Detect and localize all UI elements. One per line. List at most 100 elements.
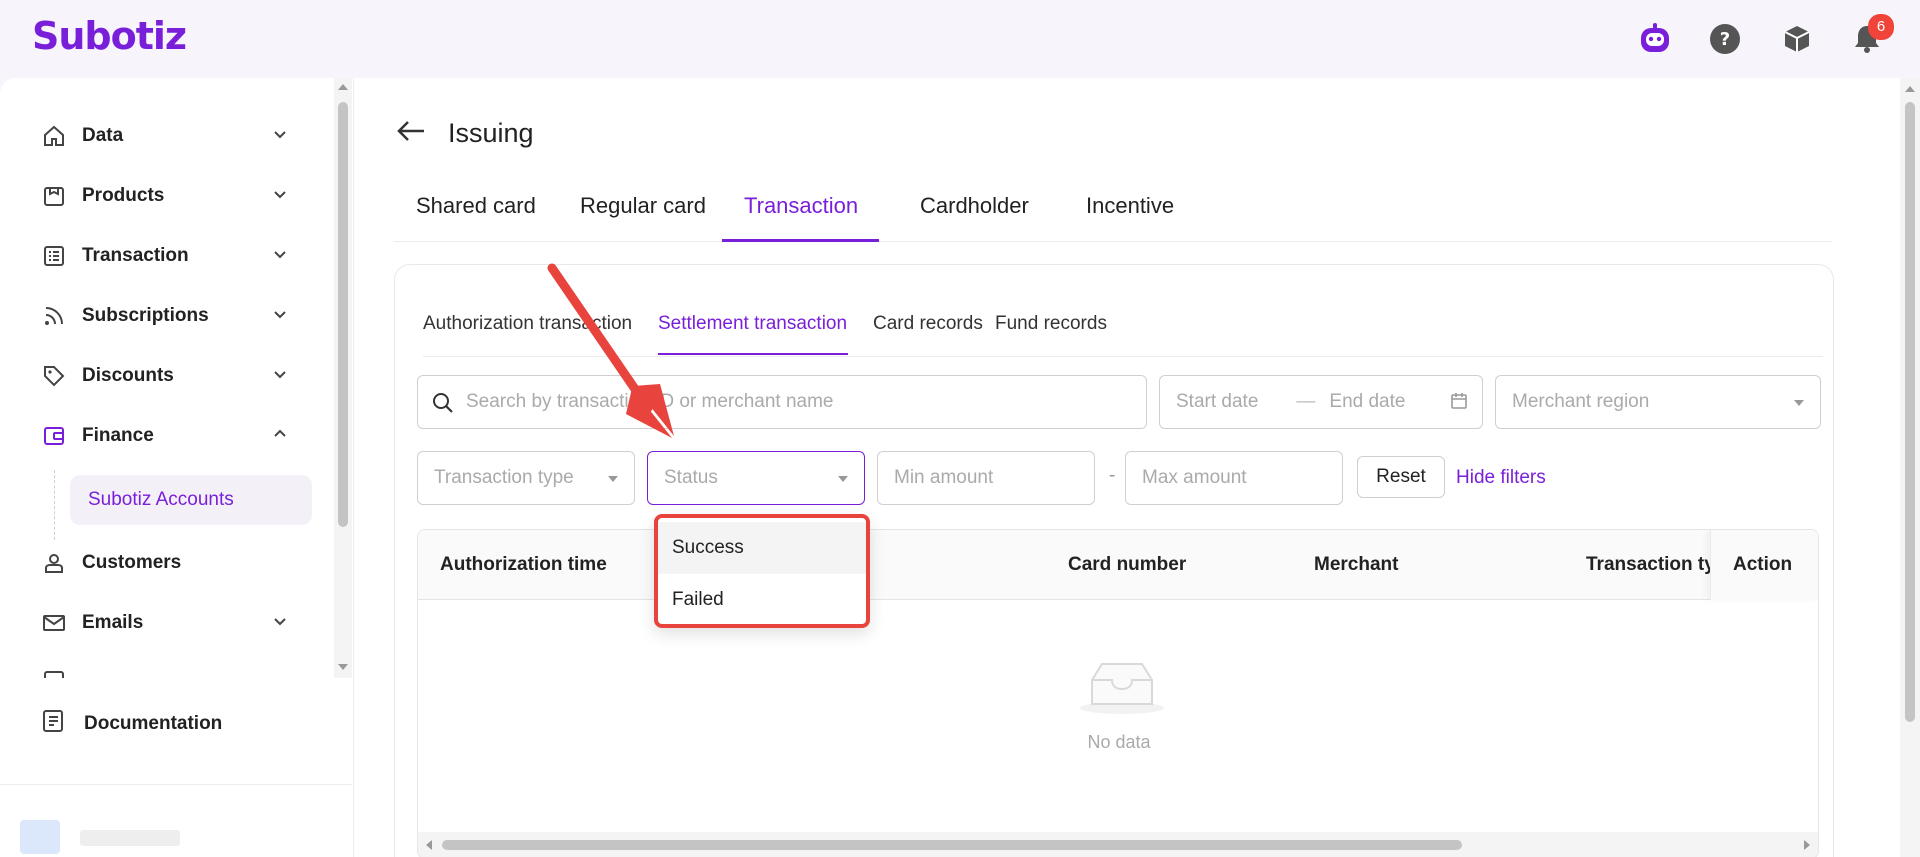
column-merchant[interactable]: Merchant <box>1314 554 1398 576</box>
home-icon <box>40 122 68 150</box>
tag-icon <box>40 362 68 390</box>
user-icon <box>40 549 68 577</box>
top-bar: Subotiz ? 6 <box>0 0 1920 78</box>
transaction-type-select[interactable]: Transaction type <box>417 451 635 505</box>
sidebar-item-finance[interactable]: Finance <box>40 416 300 456</box>
scroll-right-icon[interactable] <box>1802 840 1812 850</box>
sidebar-item-partial[interactable] <box>40 660 300 678</box>
tab-transaction[interactable]: Transaction <box>744 186 858 242</box>
chevron-down-icon <box>272 186 288 207</box>
max-amount-placeholder: Max amount <box>1142 467 1247 488</box>
sidebar-item-data[interactable]: Data <box>40 116 300 156</box>
sidebar-item-products[interactable]: Products <box>40 176 300 216</box>
sidebar-item-label: Products <box>82 185 165 206</box>
hide-filters-link[interactable]: Hide filters <box>1456 467 1546 489</box>
sidebar-item-subscriptions[interactable]: Subscriptions <box>40 296 300 336</box>
sidebar-item-label: Discounts <box>82 365 174 386</box>
sidebar-item-discounts[interactable]: Discounts <box>40 356 300 396</box>
caret-down-icon <box>1794 400 1804 406</box>
bell-icon[interactable]: 6 <box>1850 14 1894 56</box>
table-header: Authorization time Card number Merchant … <box>418 530 1818 600</box>
min-amount-input[interactable]: Min amount <box>877 451 1095 505</box>
main-content: Issuing Shared card Regular card Transac… <box>354 78 1900 857</box>
sidebar-item-label: Data <box>82 125 124 146</box>
date-separator: — <box>1296 391 1316 412</box>
sidebar-scroll-thumb[interactable] <box>338 102 348 527</box>
reset-button[interactable]: Reset <box>1357 456 1445 498</box>
chevron-down-icon <box>272 613 288 634</box>
main-scroll-thumb[interactable] <box>1905 102 1915 722</box>
table-horizontal-scrollbar[interactable] <box>418 832 1818 857</box>
chevron-down-icon <box>272 306 288 327</box>
brand-logo[interactable]: Subotiz <box>32 14 187 58</box>
chevron-up-icon <box>272 426 288 447</box>
tab-shared-card[interactable]: Shared card <box>416 186 536 242</box>
sidebar-item-label: Emails <box>82 612 144 633</box>
annotation-arrow-icon <box>547 263 674 438</box>
wallet-icon <box>40 422 68 450</box>
transaction-type-placeholder: Transaction type <box>434 467 574 488</box>
empty-inbox-icon <box>1078 658 1166 721</box>
max-amount-input[interactable]: Max amount <box>1125 451 1343 505</box>
tab-regular-card[interactable]: Regular card <box>580 186 706 242</box>
sidebar-nav: Data Products Transaction Subscriptions <box>0 78 352 678</box>
bot-icon[interactable] <box>1638 22 1672 56</box>
sidebar-item-customers[interactable]: Customers <box>40 543 300 583</box>
status-placeholder: Status <box>664 467 718 488</box>
page-header: Issuing <box>396 118 534 149</box>
sidebar-item-emails[interactable]: Emails <box>40 603 300 643</box>
status-option-success[interactable]: Success <box>658 522 866 574</box>
documentation-label: Documentation <box>84 712 223 734</box>
active-tab-indicator <box>722 239 879 242</box>
sidebar-item-documentation[interactable]: Documentation <box>40 708 222 739</box>
account-name-redacted <box>80 830 180 846</box>
chevron-down-icon <box>272 126 288 147</box>
caret-down-icon <box>608 476 618 482</box>
calendar-icon <box>1450 392 1468 416</box>
subtab-fund-records[interactable]: Fund records <box>995 313 1107 335</box>
active-subtab-indicator <box>658 353 848 355</box>
sidebar-item-subotiz-accounts[interactable]: Subotiz Accounts <box>70 475 312 525</box>
tab-cardholder[interactable]: Cardholder <box>920 186 1029 242</box>
column-action[interactable]: Action <box>1733 554 1792 576</box>
scroll-down-icon[interactable] <box>338 662 348 672</box>
table-scroll-thumb[interactable] <box>442 840 1462 850</box>
sidebar-item-label: Customers <box>82 552 182 573</box>
box-icon[interactable] <box>1780 22 1814 56</box>
main-tabs: Shared card Regular card Transaction Car… <box>394 186 1832 242</box>
scroll-up-icon[interactable] <box>1905 84 1915 94</box>
rss-icon <box>40 302 68 330</box>
back-arrow-icon[interactable] <box>396 119 426 148</box>
avatar[interactable] <box>20 820 60 854</box>
sidebar-item-label: Finance <box>82 425 154 446</box>
status-select[interactable]: Status <box>647 451 865 505</box>
column-transaction-type[interactable]: Transaction typ <box>1586 554 1726 576</box>
status-option-failed[interactable]: Failed <box>658 574 866 626</box>
chevron-down-icon <box>272 246 288 267</box>
caret-down-icon <box>838 476 848 482</box>
merchant-region-placeholder: Merchant region <box>1512 391 1650 412</box>
tab-incentive[interactable]: Incentive <box>1086 186 1174 242</box>
column-card-number[interactable]: Card number <box>1068 554 1186 576</box>
date-range-picker[interactable]: Start date — End date <box>1159 375 1483 429</box>
column-authorization-time[interactable]: Authorization time <box>440 554 607 576</box>
status-dropdown-menu: Success Failed <box>654 514 870 628</box>
start-date-placeholder: Start date <box>1176 391 1259 412</box>
shop-icon <box>40 182 68 210</box>
sidebar-item-label: Transaction <box>82 245 189 266</box>
main-scrollbar[interactable] <box>1900 78 1920 857</box>
transactions-table: Authorization time Card number Merchant … <box>417 529 1819 857</box>
sidebar-scrollbar[interactable] <box>334 78 352 678</box>
help-icon[interactable]: ? <box>1708 22 1742 56</box>
subtab-settlement[interactable]: Settlement transaction <box>658 313 847 335</box>
sidebar-item-transaction[interactable]: Transaction <box>40 236 300 276</box>
sidebar-item-label: Subscriptions <box>82 305 209 326</box>
merchant-region-select[interactable]: Merchant region <box>1495 375 1821 429</box>
scroll-up-icon[interactable] <box>338 82 348 92</box>
scroll-left-icon[interactable] <box>424 840 434 850</box>
search-input[interactable]: Search by transaction ID or merchant nam… <box>417 375 1147 429</box>
document-icon <box>40 708 66 739</box>
empty-state-text: No data <box>1087 732 1151 752</box>
min-amount-placeholder: Min amount <box>894 467 994 488</box>
subtab-card-records[interactable]: Card records <box>873 313 983 335</box>
